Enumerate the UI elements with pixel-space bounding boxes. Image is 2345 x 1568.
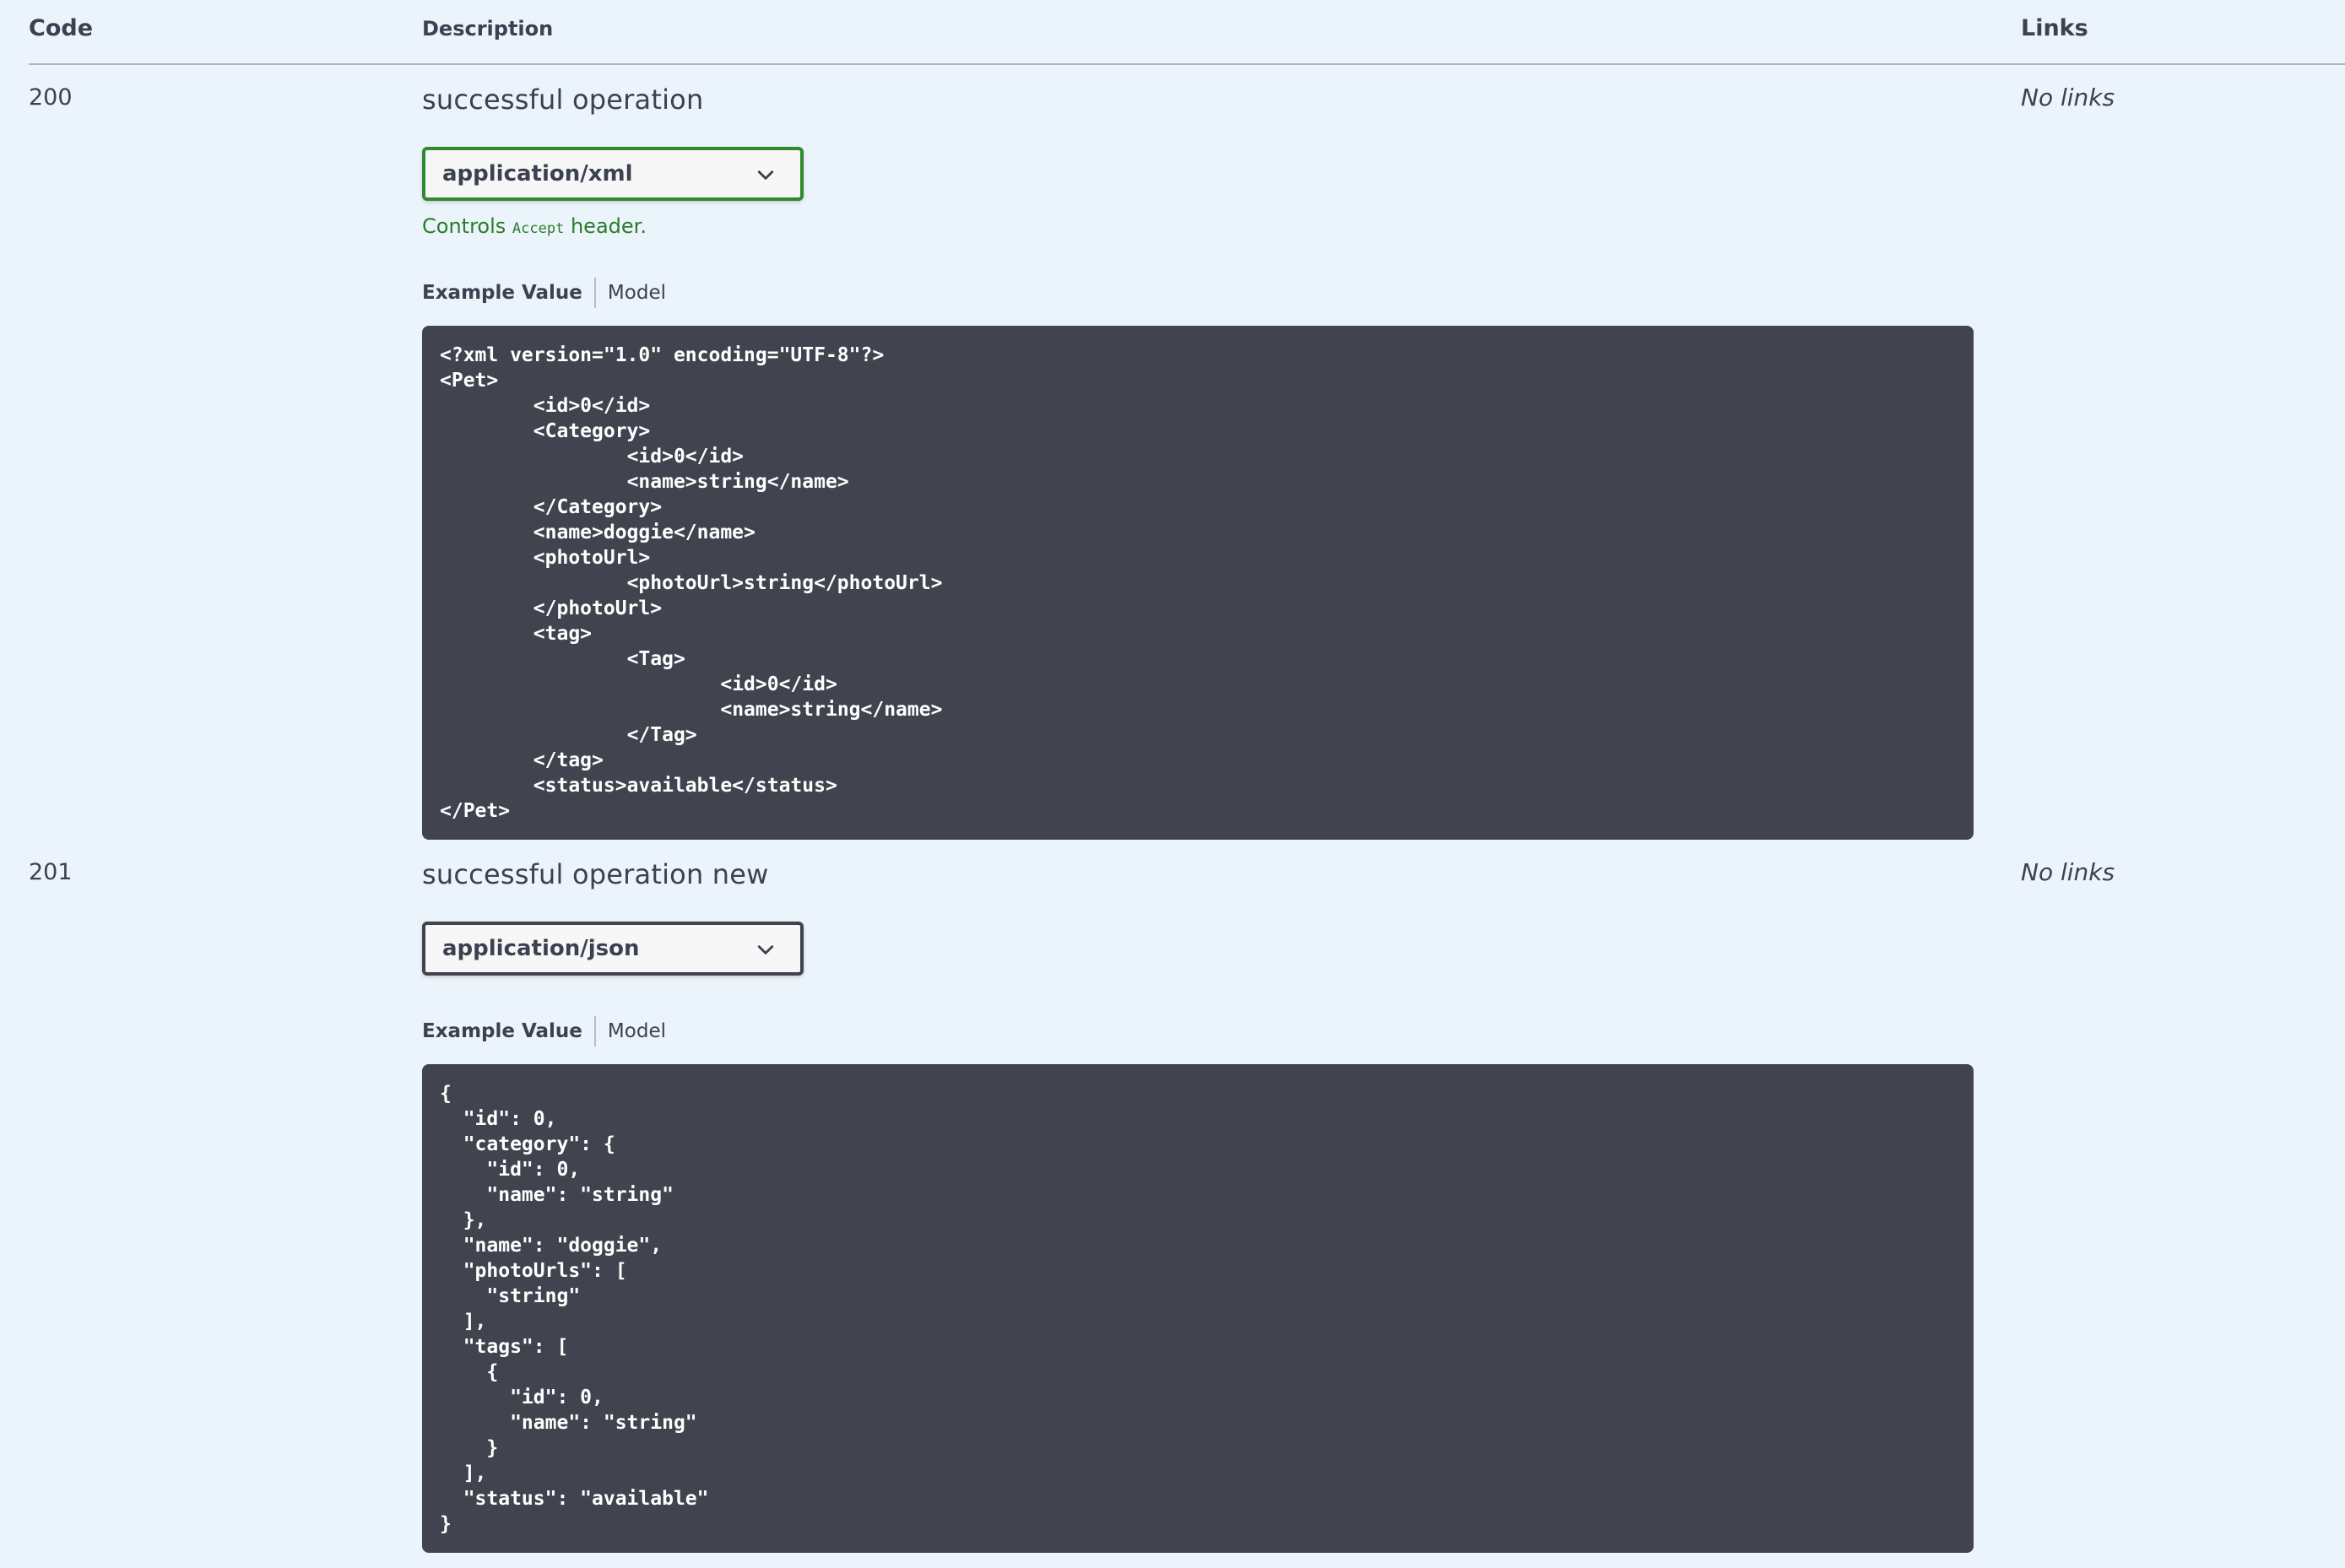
controls-code: Accept <box>512 220 565 237</box>
controls-suffix: header. <box>570 214 647 238</box>
tab-model[interactable]: Model <box>596 282 666 304</box>
example-tabs: Example Value Model <box>422 278 666 308</box>
media-type-select[interactable]: application/xml <box>422 147 804 201</box>
response-links: No links <box>2021 858 2115 886</box>
example-value-code-block: { "id": 0, "category": { "id": 0, "name"… <box>422 1064 1974 1553</box>
media-type-value: application/json <box>442 936 640 961</box>
response-links: No links <box>2021 84 2115 111</box>
controls-accept-hint: Controls Accept header. <box>422 214 647 238</box>
tab-example-value[interactable]: Example Value <box>422 1020 594 1042</box>
controls-prefix: Controls <box>422 214 506 238</box>
response-description: successful operation <box>422 84 704 116</box>
example-tabs: Example Value Model <box>422 1016 666 1046</box>
media-type-select[interactable]: application/json <box>422 922 804 976</box>
chevron-down-icon <box>757 170 774 180</box>
column-header-links: Links <box>2021 15 2088 41</box>
tab-example-value[interactable]: Example Value <box>422 282 594 304</box>
response-description: successful operation new <box>422 858 769 890</box>
example-value-code-block: <?xml version="1.0" encoding="UTF-8"?> <… <box>422 326 1974 840</box>
response-code: 200 <box>29 84 73 111</box>
response-code: 201 <box>29 859 73 885</box>
header-divider <box>29 63 2345 65</box>
chevron-down-icon <box>757 945 774 954</box>
media-type-value: application/xml <box>442 161 633 187</box>
column-header-code: Code <box>29 15 94 41</box>
tab-model[interactable]: Model <box>596 1020 666 1042</box>
column-header-description: Description <box>422 17 554 41</box>
